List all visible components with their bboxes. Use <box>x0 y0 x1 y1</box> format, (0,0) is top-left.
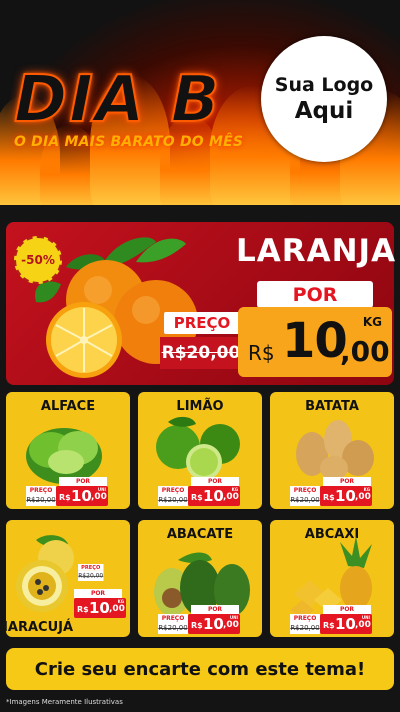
currency: R$ <box>77 605 89 614</box>
unit: KG <box>117 599 124 604</box>
old-price-text: R$20,00 <box>158 496 188 504</box>
price-int: 10 <box>335 487 356 505</box>
old-price-text: R$20,00 <box>290 496 320 504</box>
por-label: POR <box>191 605 239 614</box>
old-price-text: R$20,00 <box>26 496 56 504</box>
featured-unit: KG <box>362 315 382 329</box>
por-label: POR <box>74 589 122 598</box>
featured-old-price-box: R$20,00 <box>160 337 242 369</box>
logo-placeholder[interactable]: Sua Logo Aqui <box>261 36 387 162</box>
discount-badge: -50% <box>14 236 62 284</box>
unit: KG <box>363 487 370 492</box>
por-label: POR <box>323 605 371 614</box>
price-int: 10 <box>89 599 110 617</box>
unit: UNI <box>229 615 238 620</box>
price-dec: ,00 <box>223 492 239 502</box>
product-card-maracuja[interactable]: PREÇO R$20,00 POR R$ 10 ,00 KG MARACUJÁ <box>6 520 130 637</box>
logo-line-1: Sua Logo <box>274 74 374 96</box>
por-label: POR <box>323 477 371 486</box>
price-dec: ,00 <box>355 620 371 630</box>
product-card-abacate[interactable]: ABACATE POR PREÇO R$20,00 R$ 10 ,00 UNI <box>138 520 262 637</box>
preco-label: PREÇO <box>26 486 56 494</box>
price-dec: ,00 <box>109 604 125 614</box>
old-price: R$20,00 <box>290 622 320 634</box>
new-price: R$ 10 ,00 UNI <box>320 614 372 634</box>
old-price: R$20,00 <box>290 494 320 506</box>
product-name: MARACUJÁ <box>6 620 74 635</box>
brand-subtitle: O DIA MAIS BARATO DO MÊS <box>14 134 244 150</box>
brand-block: DIA B O DIA MAIS BARATO DO MÊS <box>13 63 244 150</box>
currency: R$ <box>59 493 71 502</box>
cta-text: Crie seu encarte com este tema! <box>34 658 366 680</box>
product-card-batata[interactable]: BATATA POR PREÇO R$20,00 R$ 10 ,00 KG <box>270 392 394 509</box>
unit: UNI <box>361 615 370 620</box>
price-int: 10 <box>203 487 224 505</box>
por-label: POR <box>191 477 239 486</box>
cta-banner[interactable]: Crie seu encarte com este tema! <box>6 648 394 690</box>
old-price: R$20,00 <box>158 622 188 634</box>
featured-por-label: POR <box>257 281 373 308</box>
product-card-limao[interactable]: LIMÃO POR PREÇO R$20,00 R$ 10 ,00 KG <box>138 392 262 509</box>
price-int: 10 <box>71 487 92 505</box>
old-price-text: R$20,00 <box>158 624 188 632</box>
old-price: R$20,00 <box>26 494 56 506</box>
featured-price-int: 10 <box>282 313 348 369</box>
featured-preco-label: PREÇO <box>164 312 240 334</box>
currency: R$ <box>323 621 335 630</box>
preco-label: PREÇO <box>158 486 188 494</box>
price-dec: ,00 <box>91 492 107 502</box>
product-card-alface[interactable]: ALFACE POR PREÇO R$20,00 R$ 10 ,00 UNI <box>6 392 130 509</box>
featured-name: LARANJA <box>236 233 397 269</box>
currency: R$ <box>191 493 203 502</box>
discount-text: -50% <box>21 253 55 267</box>
new-price: R$ 10 ,00 UNI <box>188 614 240 634</box>
featured-price-dec: ,00 <box>340 335 390 368</box>
footnote: *Imagens Meramente Ilustrativas <box>6 698 123 706</box>
new-price: R$ 10 ,00 UNI <box>56 486 108 506</box>
unit: UNI <box>97 487 106 492</box>
new-price: R$ 10 ,00 KG <box>74 598 126 618</box>
price-int: 10 <box>335 615 356 633</box>
price-dec: ,00 <box>223 620 239 630</box>
price-int: 10 <box>203 615 224 633</box>
logo-line-2: Aqui <box>294 98 354 124</box>
preco-label: PREÇO <box>78 564 104 571</box>
product-card-abcaxi[interactable]: ABCAXI POR PREÇO R$20,00 R$ 10 ,00 UNI <box>270 520 394 637</box>
header-banner: DIA B O DIA MAIS BARATO DO MÊS Sua Logo … <box>0 0 400 205</box>
old-price: R$20,00 <box>158 494 188 506</box>
preco-label: PREÇO <box>290 486 320 494</box>
preco-label: PREÇO <box>290 614 320 622</box>
currency: R$ <box>323 493 335 502</box>
por-label: POR <box>59 477 107 486</box>
price-dec: ,00 <box>355 492 371 502</box>
preco-label: PREÇO <box>158 614 188 622</box>
old-price: R$20,00 <box>78 570 104 581</box>
brand-title: DIA B <box>13 63 222 137</box>
new-price: R$ 10 ,00 KG <box>188 486 240 506</box>
featured-price-box: R$ 10 ,00 KG <box>238 307 392 377</box>
featured-currency: R$ <box>248 341 275 365</box>
old-price-text: R$20,00 <box>78 572 104 580</box>
new-price: R$ 10 ,00 KG <box>320 486 372 506</box>
unit: KG <box>231 487 238 492</box>
featured-old-price: R$20,00 <box>161 343 241 363</box>
currency: R$ <box>191 621 203 630</box>
old-price-text: R$20,00 <box>290 624 320 632</box>
